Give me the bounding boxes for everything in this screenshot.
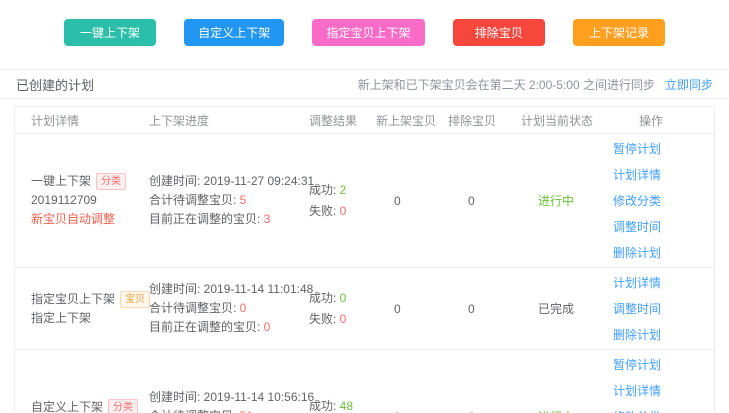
fail-label: 失败: xyxy=(309,204,340,218)
section-title: 已创建的计划 xyxy=(16,75,94,94)
result-cell: 成功: 48 失败: 1 xyxy=(309,396,376,413)
adjust-time-link[interactable]: 调整时间 xyxy=(613,300,661,317)
plan-id: 指定上下架 xyxy=(31,309,149,328)
col-header-actions: 操作 xyxy=(613,112,714,129)
plan-details-cell: 指定宝贝上下架宝贝 指定上下架 xyxy=(15,290,149,328)
sync-area: 新上架和已下架宝贝会在第二天 2:00-5:00 之间进行同步立即同步 xyxy=(358,76,713,93)
adjusting-value: 3 xyxy=(264,212,271,226)
fail-value: 0 xyxy=(340,204,347,218)
excluded-cell: 6 xyxy=(448,410,521,413)
sync-now-link[interactable]: 立即同步 xyxy=(665,78,713,92)
plan-name: 指定宝贝上下架 xyxy=(31,292,115,306)
sync-note: 新上架和已下架宝贝会在第二天 2:00-5:00 之间进行同步 xyxy=(358,78,655,92)
status-cell: 已完成 xyxy=(521,300,613,317)
plan-name: 自定义上下架 xyxy=(31,400,103,413)
table-row: 指定宝贝上下架宝贝 指定上下架 创建时间: 2019-11-14 11:01:4… xyxy=(15,267,714,349)
col-header-excluded: 排除宝贝 xyxy=(448,112,521,129)
edit-category-link[interactable]: 修改分类 xyxy=(613,408,661,413)
actions-cell: 暂停计划 计划详情 修改分类 调整时间 删除计划 xyxy=(613,356,714,413)
success-value: 0 xyxy=(340,291,347,305)
delete-plan-link[interactable]: 删除计划 xyxy=(613,244,661,261)
created-value: 2019-11-27 09:24:31 xyxy=(204,174,315,188)
excluded-cell: 0 xyxy=(448,194,521,208)
col-header-result: 调整结果 xyxy=(309,112,376,129)
fail-label: 失败: xyxy=(309,312,340,326)
pending-value: 51 xyxy=(240,409,253,413)
adjusting-label: 目前正在调整的宝贝: xyxy=(149,212,264,226)
toolbar: 一键上下架 自定义上下架 指定宝贝上下架 排除宝贝 上下架记录 xyxy=(0,0,729,46)
plan-tag-badge: 宝贝 xyxy=(120,291,150,308)
section-header: 已创建的计划 新上架和已下架宝贝会在第二天 2:00-5:00 之间进行同步立即… xyxy=(0,69,729,99)
toolbar-button-2[interactable]: 指定宝贝上下架 xyxy=(312,19,424,46)
pause-plan-link[interactable]: 暂停计划 xyxy=(613,140,661,157)
plans-table: 计划详情 上下架进度 调整结果 新上架宝贝 排除宝贝 计划当前状态 操作 一键上… xyxy=(14,106,715,413)
pending-value: 0 xyxy=(240,301,247,315)
pending-label: 合计待调整宝贝: xyxy=(149,409,240,413)
status-cell: 进行中 xyxy=(521,192,613,209)
progress-cell: 创建时间: 2019-11-14 11:01:48 合计待调整宝贝: 0 目前正… xyxy=(149,280,309,337)
col-header-status: 计划当前状态 xyxy=(521,112,613,129)
plan-detail-link[interactable]: 计划详情 xyxy=(613,166,661,183)
new-items-cell: 0 xyxy=(376,302,448,316)
created-label: 创建时间: xyxy=(149,282,204,296)
created-value: 2019-11-14 11:01:48 xyxy=(204,282,314,296)
actions-cell: 计划详情 调整时间 删除计划 xyxy=(613,274,714,343)
success-label: 成功: xyxy=(309,291,340,305)
plan-detail-link[interactable]: 计划详情 xyxy=(613,274,661,291)
new-items-cell: 0 xyxy=(376,410,448,413)
success-label: 成功: xyxy=(309,183,340,197)
plan-details-cell: 一键上下架分类 2019112709 新宝贝自动调整 xyxy=(15,172,149,229)
actions-cell: 暂停计划 计划详情 修改分类 调整时间 删除计划 xyxy=(613,140,714,261)
toolbar-button-1[interactable]: 自定义上下架 xyxy=(184,19,284,46)
plan-details-cell: 自定义上下架分类 2019111410 xyxy=(15,398,149,413)
success-value: 48 xyxy=(340,399,353,413)
result-cell: 成功: 2 失败: 0 xyxy=(309,180,376,222)
table-header-row: 计划详情 上下架进度 调整结果 新上架宝贝 排除宝贝 计划当前状态 操作 xyxy=(15,107,714,133)
new-items-cell: 0 xyxy=(376,194,448,208)
fail-value: 0 xyxy=(340,312,347,326)
plan-tag-badge: 分类 xyxy=(96,173,126,190)
created-label: 创建时间: xyxy=(149,390,204,404)
toolbar-button-4[interactable]: 上下架记录 xyxy=(573,19,665,46)
status-cell: 进行中 xyxy=(521,408,613,413)
toolbar-button-3[interactable]: 排除宝贝 xyxy=(453,19,545,46)
adjusting-value: 0 xyxy=(264,320,271,334)
delete-plan-link[interactable]: 删除计划 xyxy=(613,326,661,343)
adjusting-label: 目前正在调整的宝贝: xyxy=(149,320,264,334)
success-value: 2 xyxy=(340,183,347,197)
progress-cell: 创建时间: 2019-11-14 10:56:16 合计待调整宝贝: 51 目前… xyxy=(149,388,309,413)
edit-category-link[interactable]: 修改分类 xyxy=(613,192,661,209)
plan-detail-link[interactable]: 计划详情 xyxy=(613,382,661,399)
col-header-new-items: 新上架宝贝 xyxy=(376,112,448,129)
pending-value: 5 xyxy=(240,193,247,207)
table-row: 自定义上下架分类 2019111410 创建时间: 2019-11-14 10:… xyxy=(15,349,714,413)
toolbar-button-0[interactable]: 一键上下架 xyxy=(64,19,156,46)
table-row: 一键上下架分类 2019112709 新宝贝自动调整 创建时间: 2019-11… xyxy=(15,133,714,267)
col-header-plan-details: 计划详情 xyxy=(15,112,149,129)
pause-plan-link[interactable]: 暂停计划 xyxy=(613,356,661,373)
created-value: 2019-11-14 10:56:16 xyxy=(204,390,315,404)
created-label: 创建时间: xyxy=(149,174,204,188)
adjust-time-link[interactable]: 调整时间 xyxy=(613,218,661,235)
success-label: 成功: xyxy=(309,399,340,413)
pending-label: 合计待调整宝贝: xyxy=(149,301,240,315)
col-header-progress: 上下架进度 xyxy=(149,112,309,129)
excluded-cell: 0 xyxy=(448,302,521,316)
result-cell: 成功: 0 失败: 0 xyxy=(309,288,376,330)
plan-id: 2019112709 xyxy=(31,191,149,210)
plan-name: 一键上下架 xyxy=(31,174,91,188)
pending-label: 合计待调整宝贝: xyxy=(149,193,240,207)
plan-note: 新宝贝自动调整 xyxy=(31,210,149,229)
progress-cell: 创建时间: 2019-11-27 09:24:31 合计待调整宝贝: 5 目前正… xyxy=(149,172,309,229)
plan-tag-badge: 分类 xyxy=(108,399,138,413)
